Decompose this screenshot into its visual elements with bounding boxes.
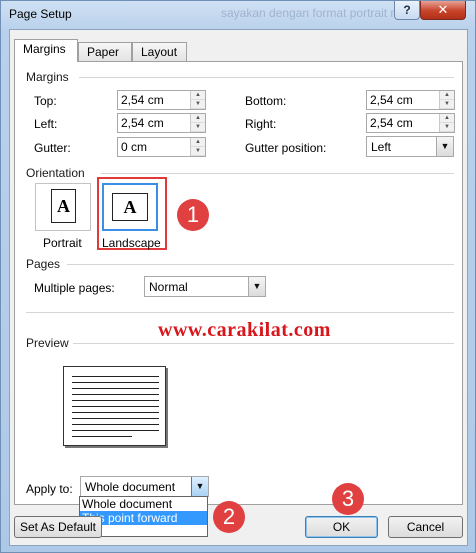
step-badge-1: 1 (177, 199, 209, 231)
step-badge-3: 3 (332, 483, 364, 515)
spin-down-icon[interactable]: ▼ (191, 147, 205, 156)
set-as-default-button[interactable]: Set As Default (14, 516, 102, 538)
ok-label: OK (332, 520, 351, 534)
section-divider (73, 343, 454, 344)
gutter-value: 0 cm (121, 140, 148, 154)
section-divider (26, 312, 454, 313)
top-label: Top: (34, 94, 57, 108)
right-margin-value: 2,54 cm (370, 116, 413, 130)
right-label: Right: (245, 117, 277, 131)
apply-to-value: Whole document (85, 480, 176, 494)
portrait-label: Portrait (43, 236, 82, 250)
bottom-label: Bottom: (245, 94, 287, 108)
multiple-pages-label: Multiple pages: (34, 281, 115, 295)
gutter-position-label: Gutter position: (245, 141, 327, 155)
spin-up-icon[interactable]: ▲ (191, 114, 205, 123)
dialog-title: Page Setup (9, 7, 72, 21)
tab-margins[interactable]: Margins (14, 39, 78, 62)
landscape-page-icon: A (112, 193, 148, 221)
spin-up-icon[interactable]: ▲ (191, 91, 205, 100)
spinner-arrows[interactable]: ▲ ▼ (439, 114, 454, 132)
spin-down-icon[interactable]: ▼ (440, 123, 454, 132)
spin-up-icon[interactable]: ▲ (440, 91, 454, 100)
cancel-button[interactable]: Cancel (388, 516, 463, 538)
chevron-down-icon[interactable]: ▼ (191, 477, 208, 496)
bottom-margin-spinner[interactable]: 2,54 cm ▲ ▼ (366, 90, 455, 110)
spinner-arrows[interactable]: ▲ ▼ (190, 138, 205, 156)
gutter-spinner[interactable]: 0 cm ▲ ▼ (117, 137, 206, 157)
spin-up-icon[interactable]: ▲ (440, 114, 454, 123)
section-divider (79, 77, 454, 78)
top-margin-value: 2,54 cm (121, 93, 164, 107)
gutter-label: Gutter: (34, 141, 71, 155)
gutter-position-select[interactable]: Left ▼ (366, 136, 454, 157)
chevron-down-icon[interactable]: ▼ (248, 277, 265, 296)
spinner-arrows[interactable]: ▲ ▼ (190, 114, 205, 132)
chevron-down-icon[interactable]: ▼ (436, 137, 453, 156)
section-divider (67, 264, 454, 265)
close-button[interactable]: ✕ (420, 1, 466, 20)
help-button[interactable]: ? (394, 1, 420, 20)
spinner-arrows[interactable]: ▲ ▼ (190, 91, 205, 109)
landscape-label: Landscape (102, 236, 161, 250)
spin-down-icon[interactable]: ▼ (191, 100, 205, 109)
set-as-default-label: Set As Default (19, 520, 97, 534)
right-margin-spinner[interactable]: 2,54 cm ▲ ▼ (366, 113, 455, 133)
left-label: Left: (34, 117, 58, 131)
multiple-pages-select[interactable]: Normal ▼ (144, 276, 266, 297)
tab-paper[interactable]: Paper (78, 42, 132, 61)
tab-layout[interactable]: Layout (132, 42, 187, 61)
section-divider (101, 173, 454, 174)
gutter-position-value: Left (371, 140, 392, 154)
cancel-label: Cancel (406, 520, 445, 534)
site-watermark: www.carakilat.com (158, 319, 331, 341)
title-bar[interactable]: Page Setup sayakan dengan format portrai… (1, 1, 475, 28)
top-margin-spinner[interactable]: 2,54 cm ▲ ▼ (117, 90, 206, 110)
dialog-client-area: Margins Paper Layout Margins Top: 2,54 c… (9, 29, 468, 546)
margins-panel: Margins Top: 2,54 cm ▲ ▼ Bottom: 2,54 cm … (14, 61, 463, 505)
spin-down-icon[interactable]: ▼ (440, 100, 454, 109)
pages-section-heading: Pages (26, 257, 61, 271)
portrait-page-icon: A (51, 189, 76, 223)
spin-down-icon[interactable]: ▼ (191, 123, 205, 132)
landscape-button[interactable]: A (102, 183, 158, 231)
left-margin-value: 2,54 cm (121, 116, 164, 130)
spinner-arrows[interactable]: ▲ ▼ (439, 91, 454, 109)
left-margin-spinner[interactable]: 2,54 cm ▲ ▼ (117, 113, 206, 133)
apply-to-select[interactable]: Whole document ▼ (80, 476, 209, 497)
page-setup-dialog: Page Setup sayakan dengan format portrai… (0, 0, 476, 553)
margins-section-heading: Margins (26, 70, 69, 84)
apply-option-whole-document[interactable]: Whole document (80, 497, 207, 511)
ok-button[interactable]: OK (305, 516, 378, 538)
apply-to-label: Apply to: (26, 482, 73, 496)
multiple-pages-value: Normal (149, 280, 188, 294)
preview-page (63, 366, 166, 446)
step-badge-2: 2 (213, 501, 245, 533)
spin-up-icon[interactable]: ▲ (191, 138, 205, 147)
bottom-margin-value: 2,54 cm (370, 93, 413, 107)
portrait-button[interactable]: A (35, 183, 91, 231)
preview-section-heading: Preview (26, 336, 69, 350)
orientation-section-heading: Orientation (26, 166, 85, 180)
